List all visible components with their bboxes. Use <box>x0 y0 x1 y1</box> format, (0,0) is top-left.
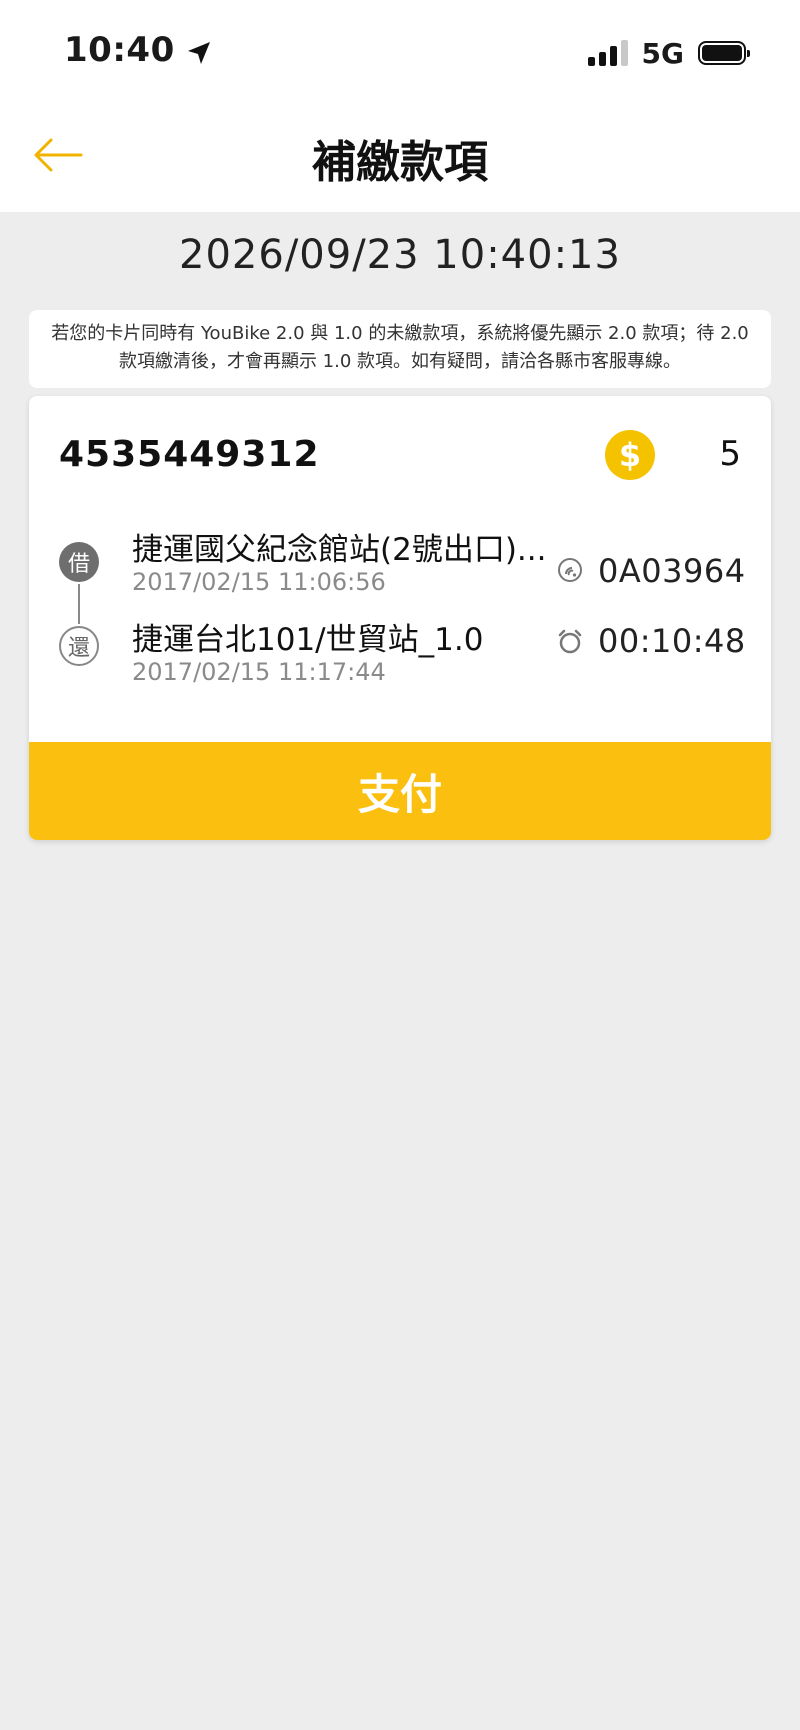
pay-button[interactable]: 支付 <box>29 742 771 840</box>
ride-duration: 00:10:48 <box>598 622 746 660</box>
signal-strength-icon <box>587 40 628 66</box>
borrow-time: 2017/02/15 11:06:56 <box>132 568 386 596</box>
status-time-text: 10:40 <box>64 30 175 70</box>
return-time: 2017/02/15 11:17:44 <box>132 658 386 686</box>
unpaid-record-card: 4535449312 $ 5 借 還 捷運國父紀念館站(2號出口)... 201… <box>29 396 771 840</box>
top-area: 10:40 5G 補繳款項 <box>0 0 800 212</box>
battery-icon <box>698 41 750 65</box>
borrow-station: 捷運國父紀念館站(2號出口)... <box>132 532 547 568</box>
borrow-badge: 借 <box>59 542 99 582</box>
page-title: 補繳款項 <box>312 137 488 188</box>
current-datetime: 2026/09/23 10:40:13 <box>179 232 621 278</box>
amount-due: 5 <box>719 434 741 474</box>
status-indicators: 5G <box>587 36 750 70</box>
card-number: 4535449312 <box>59 434 320 475</box>
bike-tag-icon <box>558 558 582 582</box>
alarm-clock-icon <box>558 629 582 654</box>
status-time: 10:40 <box>64 30 213 70</box>
return-badge: 還 <box>59 626 99 666</box>
network-type: 5G <box>641 36 684 70</box>
coin-symbol: $ <box>618 436 642 474</box>
return-station: 捷運台北101/世貿站_1.0 <box>132 622 484 658</box>
nav-bar: 補繳款項 <box>0 110 800 200</box>
location-arrow-icon <box>185 36 213 64</box>
bike-id: 0A03964 <box>598 552 746 590</box>
notice-text: 若您的卡片同時有 YouBike 2.0 與 1.0 的未繳款項，系統將優先顯示… <box>29 310 771 388</box>
trip-connector-line <box>78 584 80 624</box>
coin-icon: $ <box>605 430 655 480</box>
status-bar: 10:40 5G <box>0 0 800 100</box>
